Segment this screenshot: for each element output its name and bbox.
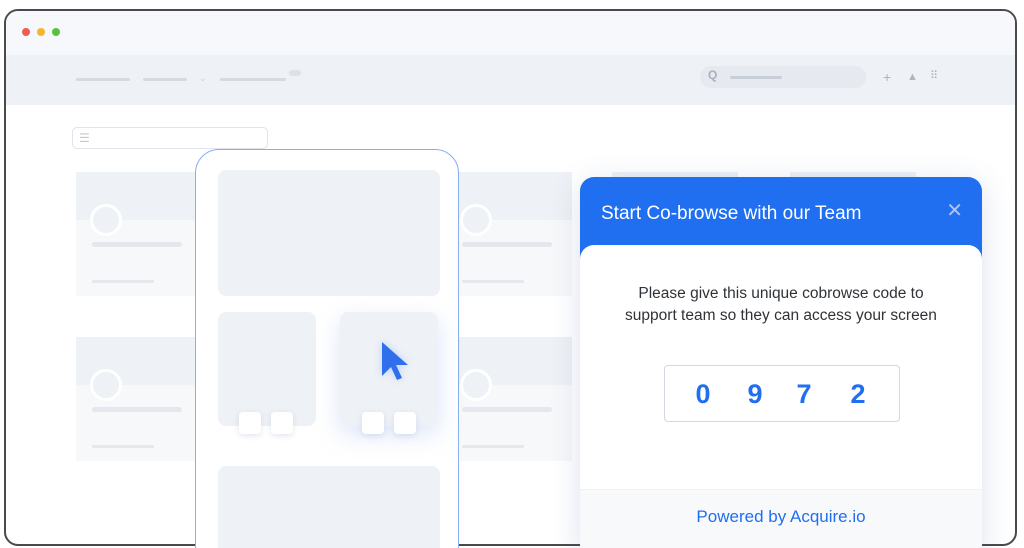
powered-by-link[interactable]: Powered by Acquire.io xyxy=(580,506,982,528)
phone-content-block xyxy=(218,466,440,548)
close-icon[interactable]: ✕ xyxy=(946,200,963,222)
title-bar xyxy=(6,11,1015,55)
code-digit: 7 xyxy=(796,379,812,409)
mouse-pointer-icon xyxy=(382,342,408,380)
chevron-down-icon[interactable]: ⌄ xyxy=(199,74,207,83)
search-placeholder xyxy=(730,76,782,79)
filter-input[interactable]: ☰ xyxy=(72,127,268,149)
skeleton-card xyxy=(446,337,572,461)
maximize-window-button[interactable] xyxy=(52,28,60,36)
phone-chip xyxy=(394,412,416,434)
grid-icon[interactable]: ⠿ xyxy=(930,68,938,84)
bell-icon[interactable]: ▲ xyxy=(907,69,918,85)
plus-icon[interactable]: + xyxy=(883,69,891,85)
search-icon: Q xyxy=(708,68,718,82)
phone-mockup xyxy=(195,149,459,548)
dialog-message-line: Please give this unique cobrowse code to xyxy=(638,285,924,302)
phone-chip xyxy=(271,412,293,434)
nav-badge-placeholder xyxy=(289,70,301,76)
phone-content-block xyxy=(218,312,316,426)
close-window-button[interactable] xyxy=(22,28,30,36)
nav-placeholder[interactable] xyxy=(143,78,187,81)
cobrowse-code-box: 0 9 7 2 xyxy=(664,365,900,422)
minimize-window-button[interactable] xyxy=(37,28,45,36)
dialog-message-line: support team so they can access your scr… xyxy=(625,307,937,324)
skeleton-card xyxy=(76,172,202,296)
skeleton-card xyxy=(76,337,202,461)
skeleton-card xyxy=(446,172,572,296)
code-digit: 9 xyxy=(747,379,763,409)
phone-chip xyxy=(362,412,384,434)
dialog-footer: Powered by Acquire.io xyxy=(580,489,982,548)
search-input[interactable]: Q xyxy=(700,66,866,88)
phone-chip xyxy=(239,412,261,434)
cobrowse-dialog: Start Co-browse with our Team ✕ Please g… xyxy=(580,177,982,548)
code-digit: 0 xyxy=(695,379,711,409)
dialog-body: Please give this unique cobrowse code to… xyxy=(580,245,982,548)
nav-placeholder[interactable] xyxy=(220,78,286,81)
dialog-message: Please give this unique cobrowse code to… xyxy=(580,283,982,327)
code-digit: 2 xyxy=(850,379,866,409)
nav-placeholder[interactable] xyxy=(76,78,130,81)
dialog-title: Start Co-browse with our Team xyxy=(601,203,862,224)
phone-content-block xyxy=(218,170,440,296)
filter-icon: ☰ xyxy=(79,131,90,145)
